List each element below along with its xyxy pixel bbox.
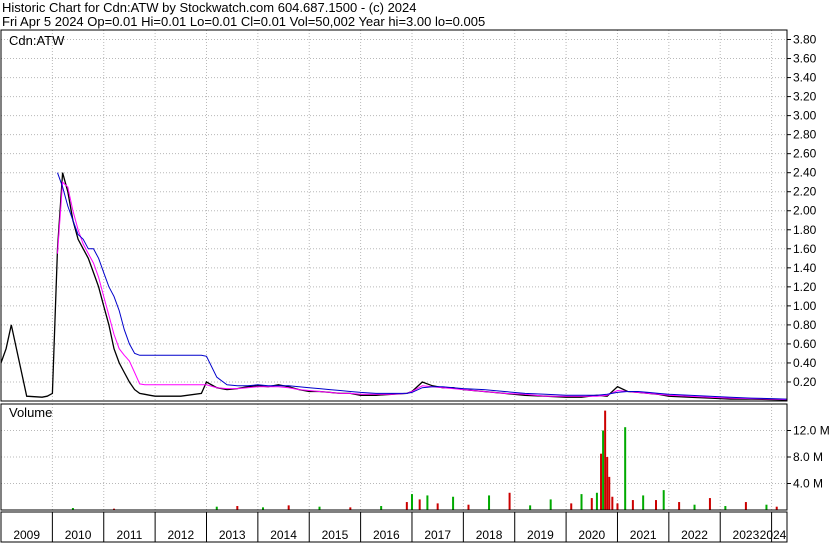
volume-bar bbox=[744, 502, 747, 510]
ma_short-line bbox=[57, 181, 788, 401]
x-tick-label: 2009 bbox=[13, 528, 40, 542]
volume-bar bbox=[529, 505, 532, 510]
price-tick-label: 2.60 bbox=[793, 147, 817, 161]
volume-panel-title: Volume bbox=[9, 405, 52, 420]
volume-bar bbox=[580, 494, 583, 510]
price-tick-label: 1.60 bbox=[793, 242, 817, 256]
volume-bar bbox=[488, 495, 491, 510]
price-tick-label: 3.40 bbox=[793, 71, 817, 85]
ma_long-line bbox=[57, 172, 788, 400]
x-tick-label: 2019 bbox=[527, 528, 554, 542]
price-tick-label: 0.80 bbox=[793, 318, 817, 332]
volume-bar bbox=[602, 430, 605, 510]
volume-bar bbox=[631, 500, 634, 510]
price-tick-label: 2.80 bbox=[793, 128, 817, 142]
price-tick-label: 3.60 bbox=[793, 52, 817, 66]
x-tick-label: 2011 bbox=[117, 528, 143, 542]
price-tick-label: 3.20 bbox=[793, 90, 817, 104]
volume-bar bbox=[287, 505, 290, 510]
volume-bar bbox=[604, 410, 607, 510]
x-tick-label: 2021 bbox=[630, 528, 657, 542]
x-tick-label: 2018 bbox=[476, 528, 503, 542]
volume-bar bbox=[508, 492, 511, 510]
volume-bar bbox=[410, 494, 413, 510]
volume-bar bbox=[570, 503, 573, 510]
volume-bar bbox=[642, 495, 645, 510]
x-tick-label: 2016 bbox=[373, 528, 400, 542]
volume-bar bbox=[467, 504, 470, 510]
stock-chart: 3.80 3.60 3.40 3.20 3.00 2.80 2.60 2.40 2.20 2.00… bbox=[0, 29, 830, 543]
volume-tick-label: 4.0 M bbox=[793, 477, 823, 491]
volume-bar bbox=[678, 502, 681, 510]
price-tick-label: 2.40 bbox=[793, 166, 817, 180]
volume-bar bbox=[765, 504, 768, 510]
volume-bar bbox=[380, 506, 383, 510]
volume-tick-label: 12.0 M bbox=[793, 424, 830, 438]
price-tick-label: 0.20 bbox=[793, 375, 817, 389]
volume-bars bbox=[71, 410, 778, 510]
volume-bar bbox=[724, 506, 727, 510]
volume-bar bbox=[662, 490, 665, 510]
volume-grid bbox=[0, 404, 787, 510]
x-tick-label: 2013 bbox=[219, 528, 246, 542]
volume-bar bbox=[608, 476, 611, 510]
price-tick-label: 3.80 bbox=[793, 33, 817, 47]
price-tick-label: 1.00 bbox=[793, 299, 817, 313]
price-tick-label: 1.40 bbox=[793, 261, 817, 275]
x-tick-label: 2017 bbox=[424, 528, 451, 542]
x-tick-label: 2010 bbox=[65, 528, 92, 542]
price-tick-label: 2.00 bbox=[793, 204, 817, 218]
x-tick-label: 2015 bbox=[322, 528, 349, 542]
price-tick-label: 0.60 bbox=[793, 337, 817, 351]
volume-bar bbox=[611, 496, 614, 510]
volume-bar bbox=[616, 503, 619, 510]
price-tick-label: 1.20 bbox=[793, 280, 817, 294]
price-grid bbox=[0, 30, 787, 401]
x-tick-label: 2012 bbox=[167, 528, 194, 542]
volume-bar bbox=[426, 495, 429, 510]
volume-bar bbox=[452, 496, 455, 510]
price-tick-label: 2.20 bbox=[793, 185, 817, 199]
volume-bar bbox=[595, 492, 598, 510]
volume-tick-label: 8.0 M bbox=[793, 450, 823, 464]
price-tick-label: 0.40 bbox=[793, 356, 817, 370]
volume-bar bbox=[693, 504, 696, 510]
volume-bar bbox=[606, 457, 609, 510]
volume-bar bbox=[708, 498, 711, 510]
volume-bar bbox=[590, 498, 593, 510]
volume-bar bbox=[418, 499, 421, 510]
x-tick-label: 2020 bbox=[578, 528, 605, 542]
price-tick-label: 3.00 bbox=[793, 109, 817, 123]
volume-bar bbox=[236, 506, 239, 510]
x-tick-label: 2014 bbox=[270, 528, 297, 542]
x-tick-label: 2022 bbox=[681, 528, 708, 542]
x-tick-label: 2024 bbox=[760, 528, 787, 542]
volume-bar bbox=[405, 502, 408, 510]
volume-bar bbox=[600, 453, 603, 510]
volume-bar bbox=[624, 427, 627, 510]
x-tick-label: 2023 bbox=[733, 528, 760, 542]
volume-bar bbox=[549, 499, 552, 510]
price-tick-label: 1.80 bbox=[793, 223, 817, 237]
price-panel-title: Cdn:ATW bbox=[9, 33, 65, 48]
volume-bar bbox=[436, 503, 439, 510]
volume-bar bbox=[655, 500, 657, 510]
